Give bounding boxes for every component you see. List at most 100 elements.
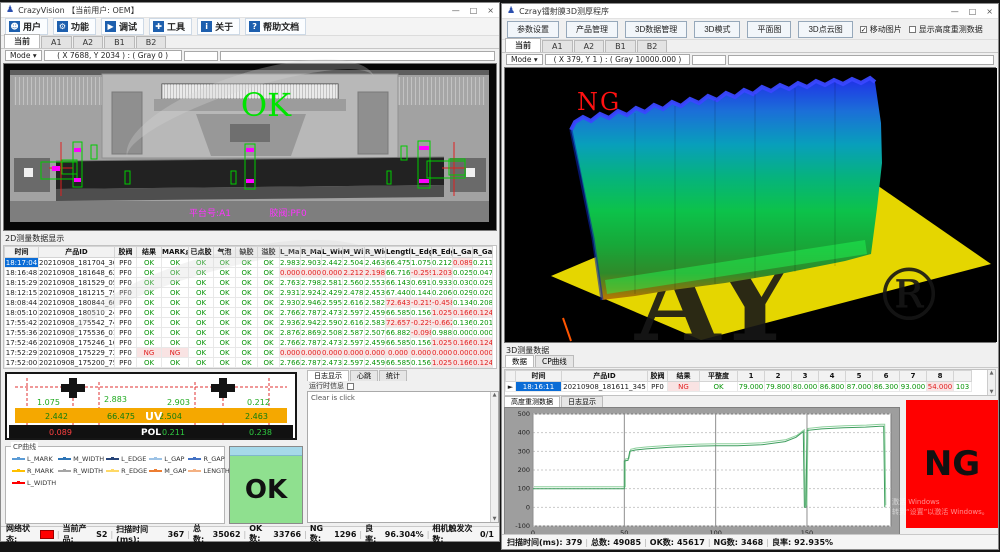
column-header[interactable]: [954, 371, 972, 382]
tab-a1[interactable]: A1: [41, 36, 72, 48]
checkbox-item-1[interactable]: 显示高度重测数据: [909, 24, 983, 35]
table-cell: 2.459: [365, 338, 386, 348]
column-header[interactable]: 胶阀: [648, 371, 668, 382]
chart-tab-0[interactable]: 高度重测数据: [504, 396, 560, 407]
table-scrollbar[interactable]: ▲▼: [987, 370, 995, 395]
mode-dropdown[interactable]: Mode ▾: [5, 50, 42, 61]
column-header[interactable]: 5: [846, 371, 873, 382]
column-header[interactable]: 7: [900, 371, 927, 382]
column-header[interactable]: R_Edge: [432, 247, 453, 258]
maximize-button[interactable]: □: [969, 7, 977, 16]
column-header[interactable]: 结果: [668, 371, 700, 382]
tab-a1[interactable]: A1: [542, 40, 573, 52]
tab-a2[interactable]: A2: [574, 40, 605, 52]
column-header[interactable]: L_Edge: [411, 247, 432, 258]
column-header[interactable]: 2: [765, 371, 792, 382]
menu-item-tools[interactable]: ✚工具: [149, 18, 192, 35]
height-map-3d-view[interactable]: AY ® NG: [504, 67, 996, 343]
tab-b2[interactable]: B2: [136, 36, 167, 48]
column-header[interactable]: R_Width: [365, 247, 386, 258]
column-header[interactable]: R_Gap: [473, 247, 493, 258]
subtab-1[interactable]: CP曲线: [535, 355, 574, 367]
close-button[interactable]: ×: [487, 6, 494, 15]
menu-item-debug[interactable]: ▶调试: [101, 18, 144, 35]
toolbar-button-2[interactable]: 3D数据管理: [625, 21, 687, 38]
table-cell: 0.025: [453, 268, 473, 278]
checkbox[interactable]: ✓: [860, 26, 867, 33]
column-header[interactable]: R_Mark: [301, 247, 322, 258]
column-header[interactable]: 6: [873, 371, 900, 382]
table-row[interactable]: 17:55:3620210908_175536_010PF0OKOKOKOKOK…: [5, 328, 493, 338]
subtab-0[interactable]: 数据: [505, 355, 534, 367]
column-header[interactable]: 产品ID: [562, 371, 648, 382]
maximize-button[interactable]: □: [470, 6, 478, 15]
minimize-button[interactable]: —: [452, 6, 460, 15]
tab-b1[interactable]: B1: [605, 40, 636, 52]
toolbar-button-3[interactable]: 3D模式: [694, 21, 740, 38]
status-value: 96.304%: [385, 530, 424, 539]
column-header[interactable]: 缺胶: [236, 247, 258, 258]
table-row[interactable]: 18:12:1520210908_181215_799PF0OKOKOKOKOK…: [5, 288, 493, 298]
column-header[interactable]: 溢胶: [258, 247, 280, 258]
table-row[interactable]: 18:16:4820210908_181648_626PF0OKOKOKOKOK…: [5, 268, 493, 278]
table-row[interactable]: 17:52:0020210908_175200_756PF0OKOKOKOKOK…: [5, 358, 493, 368]
minimize-button[interactable]: —: [951, 7, 959, 16]
toolbar-button-0[interactable]: 参数设置: [507, 21, 559, 38]
legend-item-l_width: L_WIDTH: [12, 479, 56, 487]
tab-b2[interactable]: B2: [637, 40, 668, 52]
close-button[interactable]: ×: [986, 7, 993, 16]
column-header[interactable]: 产品ID: [39, 247, 115, 258]
tab-b1[interactable]: B1: [104, 36, 135, 48]
menu-item-info[interactable]: i关于: [197, 18, 240, 35]
table-row[interactable]: 18:05:1020210908_180510_244PF0OKOKOKOKOK…: [5, 308, 493, 318]
column-header[interactable]: 平整度: [700, 371, 738, 382]
column-header[interactable]: 时间: [5, 247, 39, 258]
column-header[interactable]: 已点胶: [189, 247, 214, 258]
column-header[interactable]: L_Width: [322, 247, 343, 258]
column-header[interactable]: 3: [792, 371, 819, 382]
table-row[interactable]: 18:15:2920210908_181529_052PF0OKOKOKOKOK…: [5, 278, 493, 288]
log-text-area[interactable]: Clear is click ▲▼: [307, 391, 499, 523]
toolbar-button-1[interactable]: 产品管理: [566, 21, 618, 38]
table-row[interactable]: 17:52:2920210908_175229_725PF0NGNGOKOKOK…: [5, 348, 493, 358]
checkbox[interactable]: [909, 26, 916, 33]
toolbar-button-4[interactable]: 平面图: [747, 21, 791, 38]
column-header[interactable]: Length: [386, 247, 411, 258]
toolbar-button-5[interactable]: 3D点云图: [798, 21, 852, 38]
tab-当前[interactable]: 当前: [4, 34, 40, 48]
menu-item-user[interactable]: ☻用户: [5, 18, 48, 35]
log-tab-2[interactable]: 统计: [379, 370, 407, 381]
table-row[interactable]: 17:52:4620210908_175246_164PF0OKOKOKOKOK…: [5, 338, 493, 348]
tab-a2[interactable]: A2: [73, 36, 104, 48]
menu-item-help[interactable]: ?帮助文档: [245, 18, 306, 35]
table-row[interactable]: 17:55:4220210908_175542_747PF0OKOKOKOKOK…: [5, 318, 493, 328]
table-row[interactable]: 18:17:0420210908_181704_363PF0OKOKOKOKOK…: [5, 258, 493, 268]
column-header[interactable]: 4: [819, 371, 846, 382]
log-tab-0[interactable]: 日志显示: [307, 370, 349, 381]
measurement-table-wrap[interactable]: 时间产品ID胶阀结果MARK点已点胶气泡缺胶溢胶L_MarkR_MarkL_Wi…: [3, 245, 497, 369]
column-header[interactable]: [506, 371, 516, 382]
column-header[interactable]: 1: [738, 371, 765, 382]
column-header[interactable]: 气泡: [214, 247, 236, 258]
table-row[interactable]: ►18:16:1120210908_181611_345PF0NGOK79.00…: [506, 382, 972, 392]
checkbox-item-0[interactable]: ✓移动图片: [860, 24, 902, 35]
3d-table-wrap[interactable]: 时间产品ID胶阀结果平整度12345678►18:16:1120210908_1…: [504, 369, 996, 396]
runtime-info-checkbox[interactable]: [347, 383, 354, 390]
column-header[interactable]: 8: [927, 371, 954, 382]
menu-item-label: 功能: [71, 20, 89, 33]
tab-当前[interactable]: 当前: [505, 38, 541, 52]
column-header[interactable]: L_Mark: [280, 247, 301, 258]
column-header[interactable]: M_Width: [343, 247, 365, 258]
menu-item-gear[interactable]: ⚙功能: [53, 18, 96, 35]
log-tab-1[interactable]: 心跳: [350, 370, 378, 381]
column-header[interactable]: 时间: [516, 371, 562, 382]
table-row[interactable]: 18:08:4420210908_180844_602PF0OKOKOKOKOK…: [5, 298, 493, 308]
column-header[interactable]: 胶阀: [115, 247, 137, 258]
column-header[interactable]: 结果: [137, 247, 162, 258]
column-header[interactable]: L_Gap: [453, 247, 473, 258]
chart-tab-1[interactable]: 日志显示: [561, 396, 603, 407]
log-scrollbar[interactable]: ▲▼: [490, 392, 498, 522]
column-header[interactable]: MARK点: [162, 247, 189, 258]
mode-dropdown[interactable]: Mode ▾: [506, 54, 543, 65]
camera-image-view[interactable]: OK 平台号:A1 胶阀:PF0: [3, 63, 497, 231]
